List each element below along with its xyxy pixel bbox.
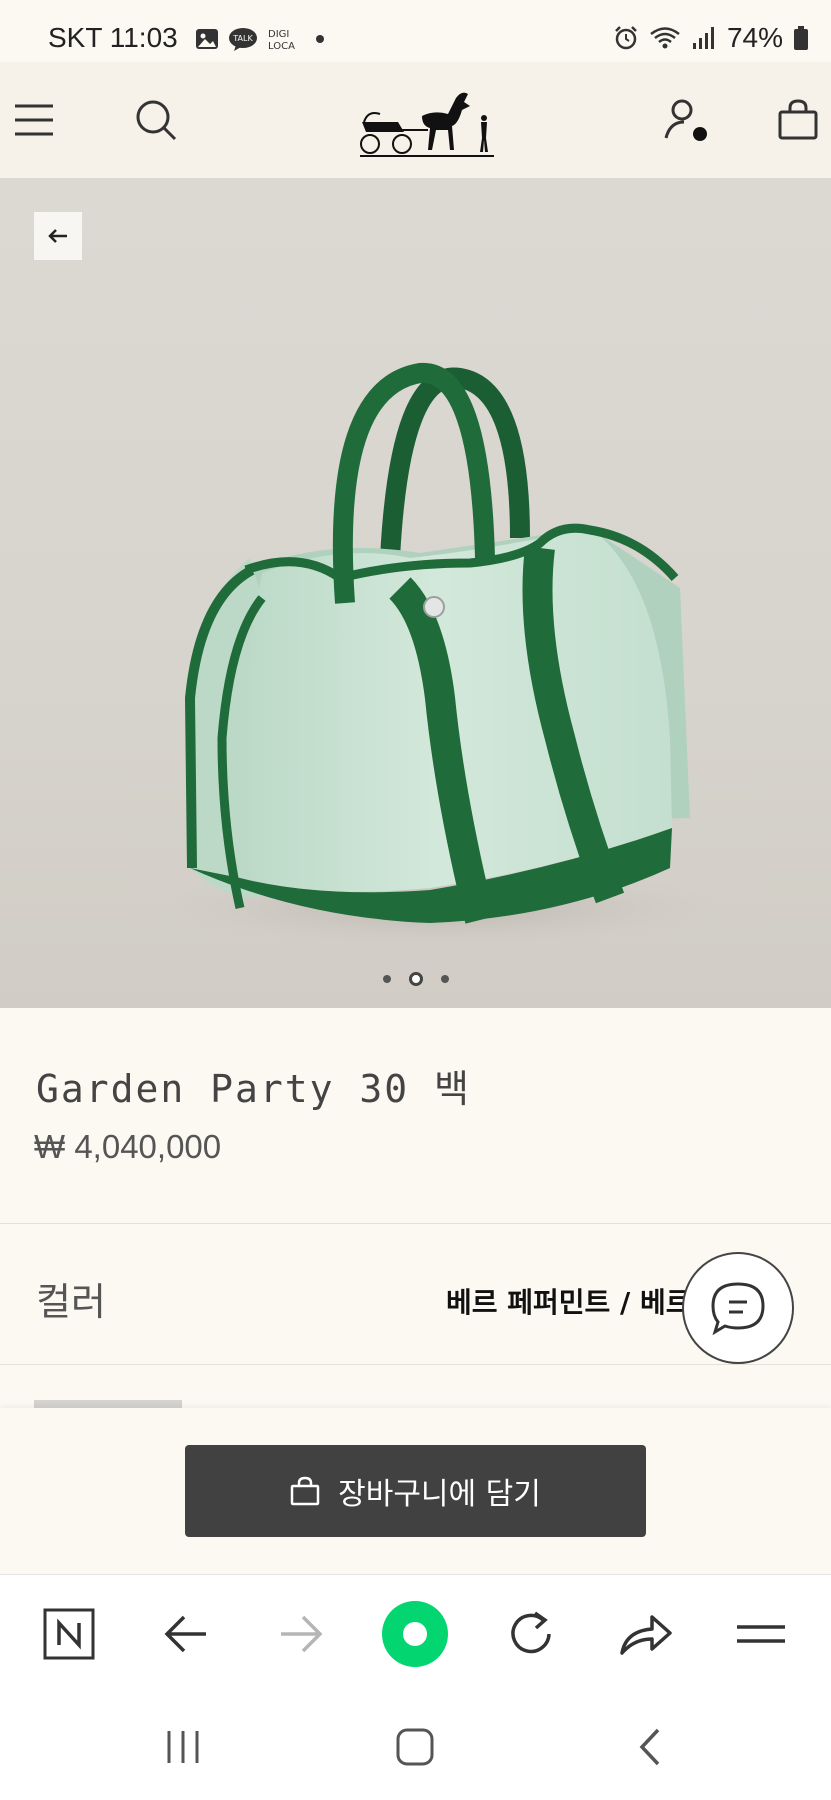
product-title: Garden Party 30 백 [36, 1067, 472, 1111]
search-button[interactable] [128, 92, 184, 148]
home-square-icon [396, 1728, 434, 1766]
browser-menu-button[interactable] [730, 1603, 792, 1665]
browser-back-button[interactable] [155, 1603, 217, 1665]
home-button[interactable] [390, 1722, 440, 1772]
brand-logo[interactable] [358, 80, 498, 160]
color-label: 컬러 [36, 1280, 106, 1324]
chat-bubble-icon [711, 1282, 765, 1336]
naver-home-button[interactable] [38, 1603, 100, 1665]
recent-apps-button[interactable] [158, 1722, 208, 1772]
product-photo [150, 362, 730, 948]
notification-icons: TALK DIGI LOCA [194, 26, 324, 52]
action-bar: 장바구니에 담기 [0, 1408, 831, 1574]
alarm-icon [615, 26, 637, 50]
add-to-cart-button[interactable]: 장바구니에 담기 [185, 1445, 646, 1537]
browser-forward-button[interactable] [270, 1603, 332, 1665]
add-to-cart-label: 장바구니에 담기 [338, 1477, 541, 1512]
status-bar: SKT 11:03 TALK DIGI LOCA 74% [0, 0, 831, 62]
browser-toolbar [0, 1574, 831, 1692]
system-back-button[interactable] [624, 1722, 674, 1772]
search-icon [136, 100, 177, 141]
chat-button[interactable] [682, 1252, 794, 1364]
share-button[interactable] [615, 1603, 677, 1665]
shopping-bag-icon [290, 1476, 320, 1506]
carriage-logo-icon [360, 92, 494, 157]
naver-n-icon [43, 1608, 95, 1660]
share-arrow-icon [620, 1615, 672, 1655]
pager-dot-3[interactable] [440, 975, 449, 983]
refresh-icon [511, 1611, 551, 1654]
recent-apps-icon [167, 1731, 199, 1763]
carrier-time: SKT 11:03 [48, 22, 178, 53]
menu-button[interactable] [6, 92, 62, 148]
chevron-left-icon [639, 1728, 660, 1766]
arrow-left-icon [164, 1615, 206, 1653]
pager-dot-1[interactable] [382, 975, 391, 983]
battery-percent: 74% [726, 22, 783, 53]
status-right: 74% [613, 22, 809, 54]
system-navigation-bar [0, 1692, 831, 1800]
product-info: Garden Party 30 백 ₩ 4,040,000 [0, 1008, 831, 1224]
pager-dot-2-active[interactable] [408, 972, 423, 986]
svg-text:LOCA: LOCA [268, 41, 295, 52]
kakaotalk-icon: TALK [229, 28, 257, 51]
more-notifications-dot [316, 35, 324, 43]
menu-lines-icon [737, 1625, 785, 1643]
top-navigation [0, 62, 831, 178]
product-image-carousel[interactable] [0, 178, 831, 1008]
wifi-icon [650, 27, 680, 49]
signal-icon [692, 27, 714, 49]
color-swatch-strip [34, 1400, 182, 1408]
svg-text:DIGI: DIGI [268, 29, 289, 40]
account-button[interactable] [658, 92, 714, 148]
product-price: ₩ 4,040,000 [34, 1128, 222, 1165]
gallery-icon [196, 29, 218, 49]
digiloca-icon: DIGILOCA [268, 29, 295, 52]
arrow-right-icon [281, 1615, 323, 1653]
svg-text:TALK: TALK [232, 34, 253, 43]
refresh-button[interactable] [500, 1603, 562, 1665]
user-icon [664, 99, 707, 141]
battery-icon [794, 26, 808, 50]
shopping-bag-icon [778, 99, 818, 140]
cart-nav-button[interactable] [770, 92, 826, 148]
image-pager[interactable] [0, 972, 831, 986]
hamburger-icon [15, 104, 53, 136]
green-dot-button[interactable] [381, 1600, 449, 1668]
green-dot-icon [382, 1601, 448, 1667]
